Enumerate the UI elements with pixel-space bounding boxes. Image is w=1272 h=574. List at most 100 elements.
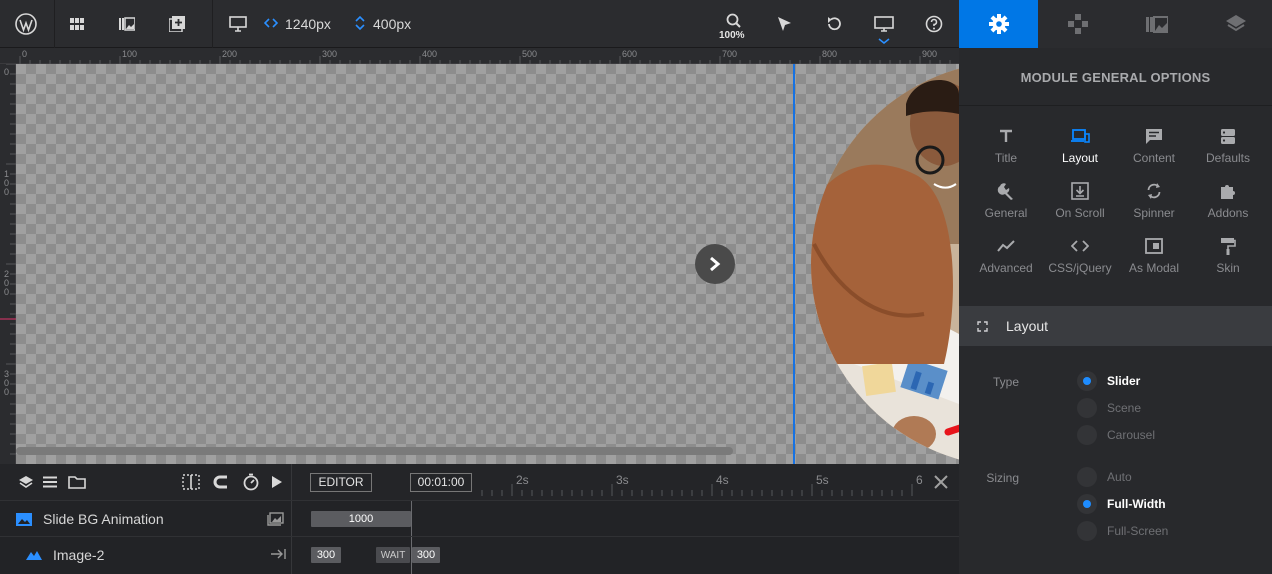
wrench-icon bbox=[996, 181, 1016, 201]
magnet-icon[interactable] bbox=[213, 474, 229, 490]
option-label: Scene bbox=[1107, 401, 1142, 415]
ruler-label: 300 bbox=[322, 49, 338, 59]
top-toolbar: 1240px 400px 100% bbox=[0, 0, 959, 48]
module-addons[interactable]: Addons bbox=[1191, 181, 1265, 231]
width-value[interactable]: 1240px bbox=[285, 16, 331, 32]
mountain-image-icon bbox=[26, 549, 42, 560]
desktop-icon[interactable] bbox=[226, 12, 250, 36]
media-library-icon[interactable] bbox=[115, 12, 139, 36]
radio-auto[interactable] bbox=[1077, 467, 1097, 487]
expand-icon bbox=[977, 321, 988, 332]
tab-layers[interactable] bbox=[1196, 0, 1272, 48]
module-defaults[interactable]: Defaults bbox=[1191, 126, 1265, 176]
canvas-scrollbar[interactable] bbox=[16, 447, 733, 455]
ruler-label: 700 bbox=[722, 49, 738, 59]
option-label: Auto bbox=[1107, 470, 1132, 484]
stopwatch-icon[interactable] bbox=[242, 473, 260, 491]
module-as-modal[interactable]: As Modal bbox=[1117, 236, 1191, 286]
add-slide-icon[interactable] bbox=[165, 12, 189, 36]
panel-tabs bbox=[959, 0, 1272, 48]
close-icon[interactable] bbox=[933, 474, 949, 490]
animation-bar[interactable]: 300 bbox=[311, 547, 341, 563]
ruler-label: 900 bbox=[922, 49, 938, 59]
timeline-row[interactable]: Slide BG Animation 1000 bbox=[0, 500, 959, 536]
zoom-icon[interactable] bbox=[726, 13, 742, 29]
module-label: Advanced bbox=[979, 261, 1033, 275]
comment-icon bbox=[1144, 126, 1164, 146]
help-icon[interactable] bbox=[922, 12, 946, 36]
radio-slider[interactable] bbox=[1077, 371, 1097, 391]
module-spinner[interactable]: Spinner bbox=[1117, 181, 1191, 231]
slide-canvas[interactable] bbox=[16, 64, 959, 464]
radio-full-screen[interactable] bbox=[1077, 521, 1097, 541]
module-on-scroll[interactable]: On Scroll bbox=[1043, 181, 1117, 231]
guide-line[interactable] bbox=[793, 64, 795, 464]
paint-roller-icon bbox=[1218, 236, 1238, 256]
animation-bar[interactable]: 1000 bbox=[311, 511, 411, 527]
animation-bar[interactable]: 300 bbox=[412, 547, 440, 563]
next-arrow-button[interactable] bbox=[695, 244, 735, 284]
ruler-label: 1 0 0 bbox=[4, 169, 10, 197]
module-label: General bbox=[984, 206, 1028, 220]
module-css-jquery[interactable]: CSS/jQuery bbox=[1043, 236, 1117, 286]
play-icon[interactable] bbox=[271, 475, 283, 489]
chevron-down-icon bbox=[878, 38, 890, 44]
radio-scene[interactable] bbox=[1077, 398, 1097, 418]
gear-icon bbox=[988, 13, 1010, 35]
module-label: Title bbox=[994, 151, 1018, 165]
tab-settings[interactable] bbox=[959, 0, 1038, 48]
grid-icon[interactable] bbox=[65, 12, 89, 36]
folder-icon[interactable] bbox=[68, 475, 86, 489]
sizing-label: Sizing bbox=[986, 471, 1019, 485]
selection-icon[interactable] bbox=[182, 474, 200, 490]
layer-name: Slide BG Animation bbox=[43, 511, 164, 527]
module-general[interactable]: General bbox=[969, 181, 1043, 231]
media-library-icon bbox=[1145, 15, 1168, 33]
module-label: Spinner bbox=[1133, 206, 1175, 220]
option-label: Full-Screen bbox=[1107, 524, 1169, 538]
editor-button[interactable]: EDITOR bbox=[310, 473, 372, 492]
layers-icon[interactable] bbox=[18, 475, 34, 489]
module-content[interactable]: Content bbox=[1117, 126, 1191, 176]
time-display[interactable]: 00:01:00 bbox=[410, 473, 472, 492]
wait-bar[interactable]: WAIT bbox=[376, 547, 410, 563]
module-label: Layout bbox=[1061, 151, 1099, 165]
tab-navigation[interactable] bbox=[1038, 0, 1117, 48]
module-advanced[interactable]: Advanced bbox=[969, 236, 1043, 286]
layer-name: Image-2 bbox=[53, 547, 105, 563]
ruler-label: 3 0 0 bbox=[4, 369, 10, 397]
gamepad-icon bbox=[1067, 13, 1089, 35]
chart-line-icon bbox=[996, 236, 1016, 256]
radio-carousel[interactable] bbox=[1077, 425, 1097, 445]
module-title[interactable]: Title bbox=[969, 126, 1043, 176]
module-layout[interactable]: Layout bbox=[1043, 126, 1117, 176]
height-arrows-icon bbox=[354, 15, 366, 31]
time-mark: 3s bbox=[616, 473, 629, 487]
module-skin[interactable]: Skin bbox=[1191, 236, 1265, 286]
panel-title: MODULE GENERAL OPTIONS bbox=[1020, 70, 1211, 85]
time-mark: 4s bbox=[716, 473, 729, 487]
tab-slides[interactable] bbox=[1117, 0, 1196, 48]
pointer-icon[interactable] bbox=[772, 12, 796, 36]
ruler-label: 100 bbox=[122, 49, 138, 59]
timeline-row[interactable]: Image-2 300 WAIT 300 bbox=[0, 536, 959, 572]
wordpress-icon[interactable] bbox=[14, 12, 38, 36]
time-mark: 2s bbox=[516, 473, 529, 487]
slide-image-person[interactable] bbox=[794, 64, 959, 464]
media-icon[interactable] bbox=[267, 512, 284, 526]
radio-full-width[interactable] bbox=[1077, 494, 1097, 514]
refresh-icon bbox=[1144, 181, 1164, 201]
layers-icon bbox=[1225, 14, 1247, 34]
height-value[interactable]: 400px bbox=[373, 16, 411, 32]
undo-icon[interactable] bbox=[822, 12, 846, 36]
list-icon[interactable] bbox=[42, 476, 58, 488]
time-ruler bbox=[481, 484, 913, 496]
section-header-layout[interactable]: Layout bbox=[959, 306, 1272, 346]
time-mark: 5s bbox=[816, 473, 829, 487]
desktop-view-icon[interactable] bbox=[872, 12, 896, 36]
option-label: Slider bbox=[1107, 374, 1141, 388]
code-icon bbox=[1070, 236, 1090, 256]
align-right-icon[interactable] bbox=[270, 548, 286, 560]
text-icon bbox=[996, 126, 1016, 146]
module-label: As Modal bbox=[1128, 261, 1180, 275]
